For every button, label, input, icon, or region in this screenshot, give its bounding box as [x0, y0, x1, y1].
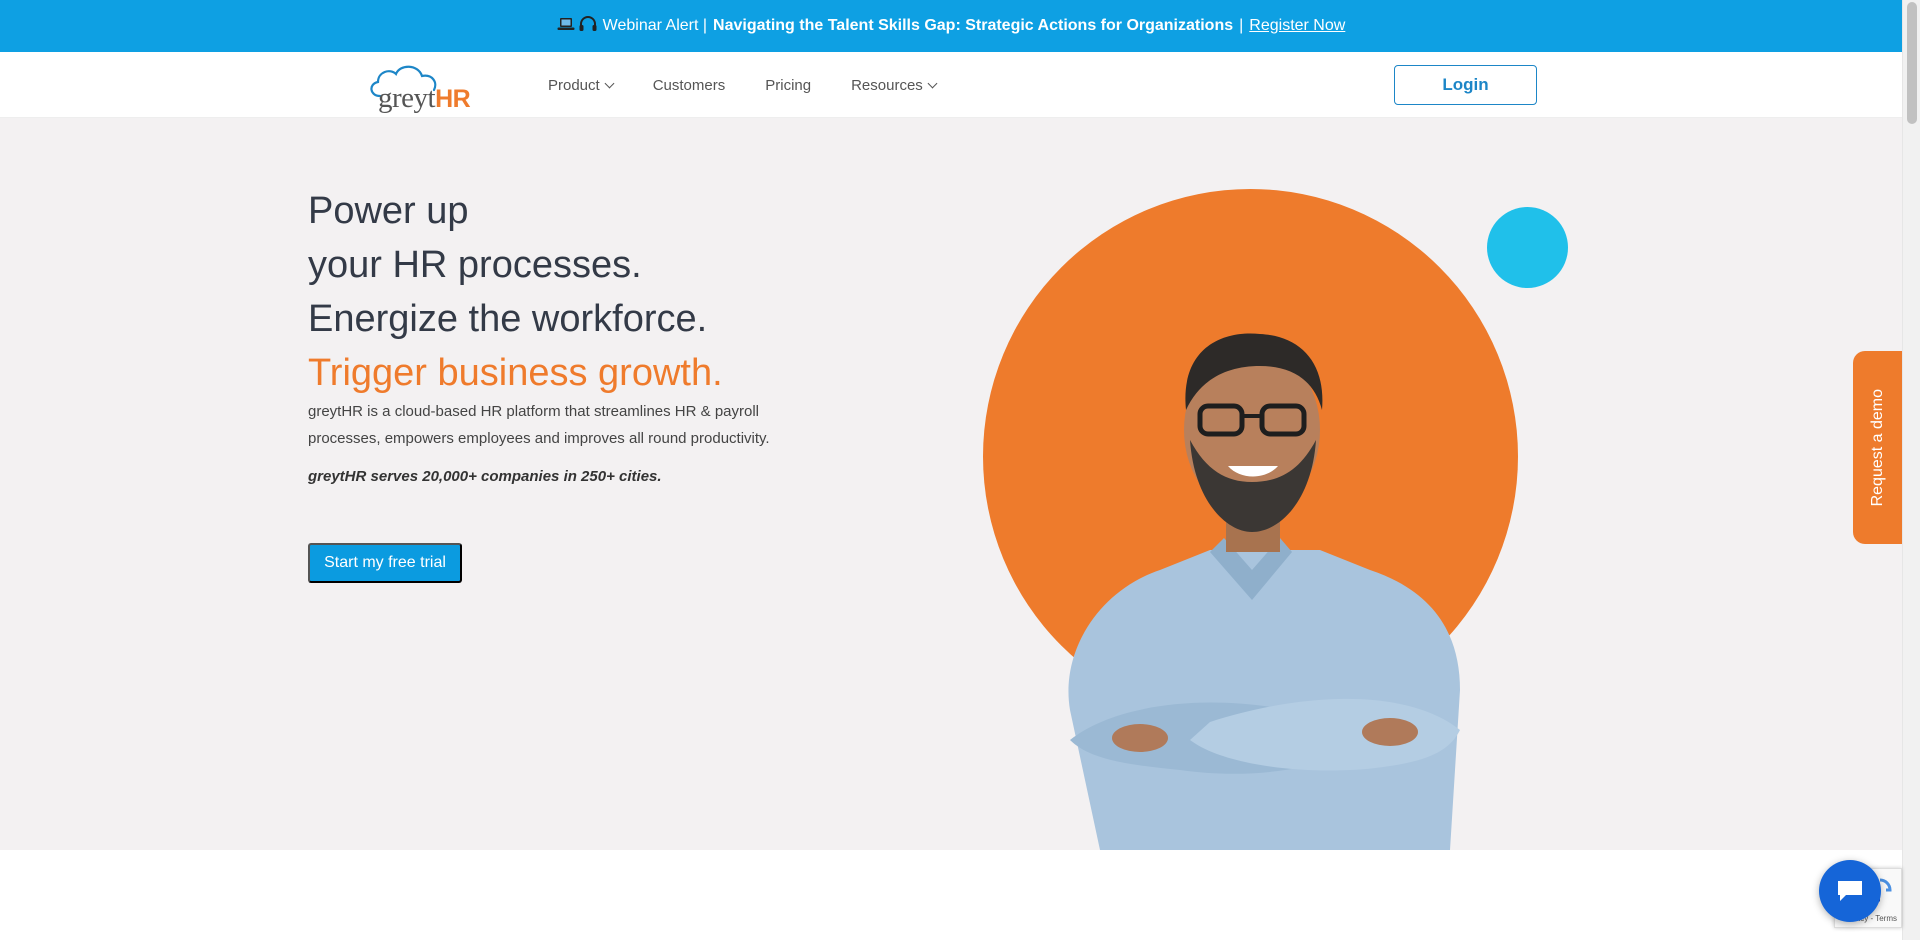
request-demo-tab[interactable]: Request a demo: [1853, 351, 1902, 544]
chat-launcher-button[interactable]: [1819, 860, 1881, 922]
hero-section: Power up your HR processes. Energize the…: [0, 118, 1902, 850]
headline-line: your HR processes.: [308, 244, 642, 286]
logo-wordmark: greytHR: [378, 82, 471, 114]
hero-headline: Power up your HR processes. Energize the…: [308, 184, 723, 400]
page-scrollbar[interactable]: [1902, 0, 1920, 940]
hero-person-image: [1068, 333, 1460, 850]
start-free-trial-button[interactable]: Start my free trial: [308, 543, 462, 583]
chat-bubble-icon: [1838, 881, 1862, 901]
login-button[interactable]: Login: [1394, 65, 1537, 105]
chevron-down-icon: [927, 78, 938, 88]
hero-description: greytHR is a cloud-based HR platform tha…: [308, 403, 770, 447]
scrollbar-thumb[interactable]: [1907, 2, 1917, 124]
chevron-down-icon: [604, 78, 615, 88]
headphones-icon: [579, 15, 597, 37]
nav-item-customers[interactable]: Customers: [653, 77, 726, 94]
headline-accent: Trigger business growth.: [308, 352, 723, 394]
request-demo-label: Request a demo: [1868, 388, 1886, 507]
headline-line: Energize the workforce.: [308, 298, 708, 340]
nav-label-customers: Customers: [652, 76, 726, 94]
hero-blue-dot: [1487, 207, 1568, 288]
announcement-prefix: Webinar Alert |: [602, 17, 708, 34]
register-now-link[interactable]: Register Now: [1249, 17, 1345, 35]
site-header: greytHR Product Customers Pricing Resour…: [0, 52, 1902, 118]
nav-item-resources[interactable]: Resources: [851, 76, 938, 94]
nav-item-pricing[interactable]: Pricing: [765, 77, 811, 94]
main-nav: Product Customers Pricing Resources: [548, 52, 938, 118]
hero-serves-stat: greytHR serves 20,000+ companies in 250+…: [308, 468, 662, 485]
greythr-logo[interactable]: greytHR: [366, 60, 490, 114]
announcement-separator: |: [1239, 17, 1244, 34]
nav-label-pricing: Pricing: [765, 76, 812, 94]
headline-line: Power up: [308, 190, 469, 232]
announcement-bar: Webinar Alert | Navigating the Talent Sk…: [0, 0, 1902, 52]
nav-label-product: Product: [548, 76, 600, 94]
nav-label-resources: Resources: [851, 76, 923, 94]
laptop-icon: [557, 17, 575, 36]
announcement-title: Navigating the Talent Skills Gap: Strate…: [713, 17, 1234, 34]
nav-item-product[interactable]: Product: [548, 76, 615, 94]
announcement-icons: [557, 15, 597, 37]
